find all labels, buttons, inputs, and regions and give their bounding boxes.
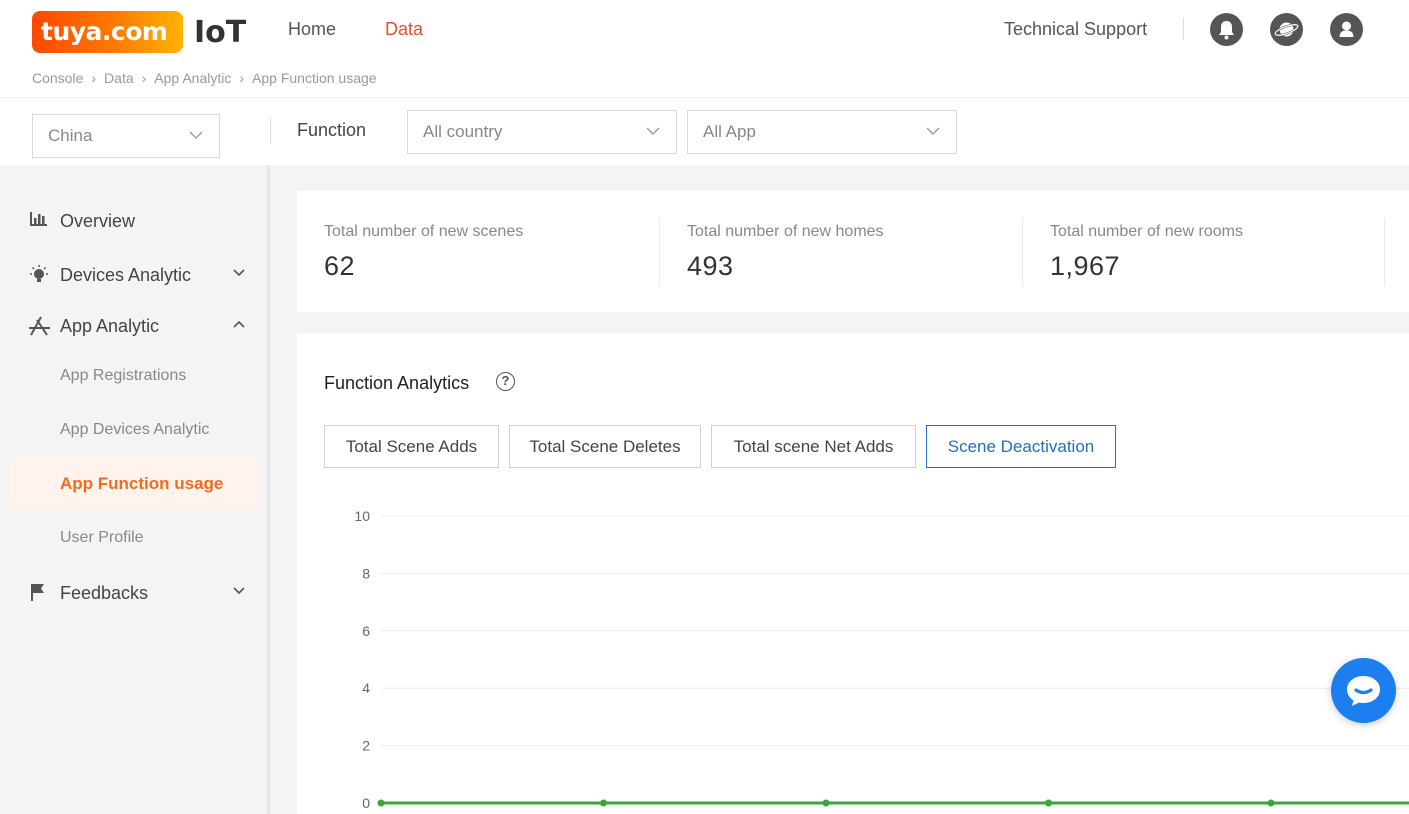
stat-value: 1,967	[1050, 251, 1121, 281]
data-point[interactable]	[1267, 799, 1275, 807]
stat-value: 493	[687, 251, 734, 281]
breadcrumb-current: App Function usage	[252, 70, 377, 86]
data-point[interactable]	[377, 799, 385, 807]
chat-button[interactable]	[1331, 658, 1396, 723]
filter-bar: China Function All country All App	[0, 97, 1409, 165]
sidebar-item-feedbacks[interactable]: Feedbacks	[0, 572, 267, 612]
planet-icon[interactable]	[1270, 13, 1303, 46]
notification-bell-icon[interactable]	[1210, 13, 1243, 46]
sidebar-subitem-app-devices-analytic[interactable]: App Devices Analytic	[60, 421, 209, 439]
sidebar-subitem-user-profile[interactable]: User Profile	[60, 529, 144, 547]
country-select-value: All country	[423, 122, 503, 141]
bar-chart-icon	[30, 212, 47, 226]
chevron-down-icon	[233, 269, 245, 277]
chevron-right-icon: ›	[91, 70, 97, 86]
nav-data[interactable]: Data	[385, 19, 423, 40]
sidebar-item-overview[interactable]: Overview	[0, 200, 267, 240]
filter-divider	[270, 118, 271, 144]
region-select-value: China	[48, 126, 93, 145]
stat-divider	[659, 218, 660, 286]
stat-value: 62	[324, 251, 356, 281]
region-select[interactable]: China	[32, 114, 220, 158]
nav-home[interactable]: Home	[288, 19, 336, 40]
tab-total-scene-deletes[interactable]: Total Scene Deletes	[509, 425, 701, 468]
y-tick-label: 8	[362, 565, 370, 581]
stat-title: Total number of new scenes	[324, 223, 524, 240]
tab-scene-deactivation[interactable]: Scene Deactivation	[926, 425, 1116, 468]
chevron-right-icon: ›	[239, 70, 245, 86]
chevron-down-icon	[646, 127, 660, 135]
stat-title: Total number of new rooms	[1050, 223, 1243, 240]
country-select[interactable]: All country	[407, 110, 677, 154]
app-select[interactable]: All App	[687, 110, 957, 154]
sidebar-item-app-analytic[interactable]: App Analytic	[0, 305, 267, 345]
chevron-right-icon: ›	[141, 70, 147, 86]
y-tick-label: 4	[362, 680, 370, 696]
user-avatar-icon[interactable]	[1330, 13, 1363, 46]
stat-divider	[1022, 218, 1023, 286]
panel-title: Function Analytics	[324, 373, 470, 393]
sidebar-item-label: App Analytic	[60, 316, 160, 336]
chevron-up-icon	[233, 320, 245, 328]
sidebar-subitem-app-function-usage[interactable]: App Function usage	[60, 474, 223, 494]
product-name: IoT	[194, 15, 247, 50]
data-point[interactable]	[822, 799, 830, 807]
sidebar-item-label: Devices Analytic	[60, 265, 192, 285]
tuya-logo[interactable]: tuya.com	[32, 11, 183, 53]
function-label: Function	[297, 120, 367, 140]
breadcrumb-data[interactable]: Data	[104, 70, 134, 86]
y-tick-label: 2	[362, 738, 370, 754]
chevron-down-icon	[189, 131, 203, 139]
data-point[interactable]	[600, 799, 607, 807]
chat-bubble-icon	[1347, 676, 1380, 706]
breadcrumb: Console › Data › App Analytic › App Function u…	[32, 70, 377, 86]
tab-total-scene-net-adds[interactable]: Total scene Net Adds	[711, 425, 916, 468]
y-tick-label: 10	[354, 508, 370, 524]
top-header: tuya.com IoT Home Data Technical Support…	[0, 0, 1409, 97]
sidebar-item-label: Overview	[60, 211, 136, 231]
header-divider	[1183, 18, 1184, 40]
function-line-chart: 10 8 6 4 2 0	[354, 508, 1409, 811]
app-select-value: All App	[703, 122, 756, 141]
sidebar-item-devices-analytic[interactable]: Devices Analytic	[0, 254, 267, 294]
stat-divider	[1384, 218, 1385, 286]
breadcrumb-console[interactable]: Console	[32, 70, 83, 86]
y-tick-label: 6	[362, 623, 370, 639]
bulb-icon	[30, 265, 48, 282]
data-point[interactable]	[1045, 799, 1052, 807]
chevron-down-icon	[233, 587, 245, 595]
stat-title: Total number of new homes	[687, 223, 884, 240]
tab-total-scene-adds[interactable]: Total Scene Adds	[324, 425, 499, 468]
chevron-down-icon	[926, 127, 940, 135]
sidebar-item-label: Feedbacks	[60, 583, 149, 603]
y-tick-label: 0	[362, 795, 370, 811]
sidebar-subitem-app-registrations[interactable]: App Registrations	[60, 367, 186, 385]
technical-support-link[interactable]: Technical Support	[1004, 19, 1147, 40]
help-icon[interactable]: ?	[496, 372, 515, 391]
app-store-icon	[29, 316, 50, 336]
breadcrumb-app-analytic[interactable]: App Analytic	[154, 70, 231, 86]
stats-card: Total number of new scenes 62 Total numb…	[297, 191, 1409, 312]
flag-icon	[31, 584, 44, 601]
